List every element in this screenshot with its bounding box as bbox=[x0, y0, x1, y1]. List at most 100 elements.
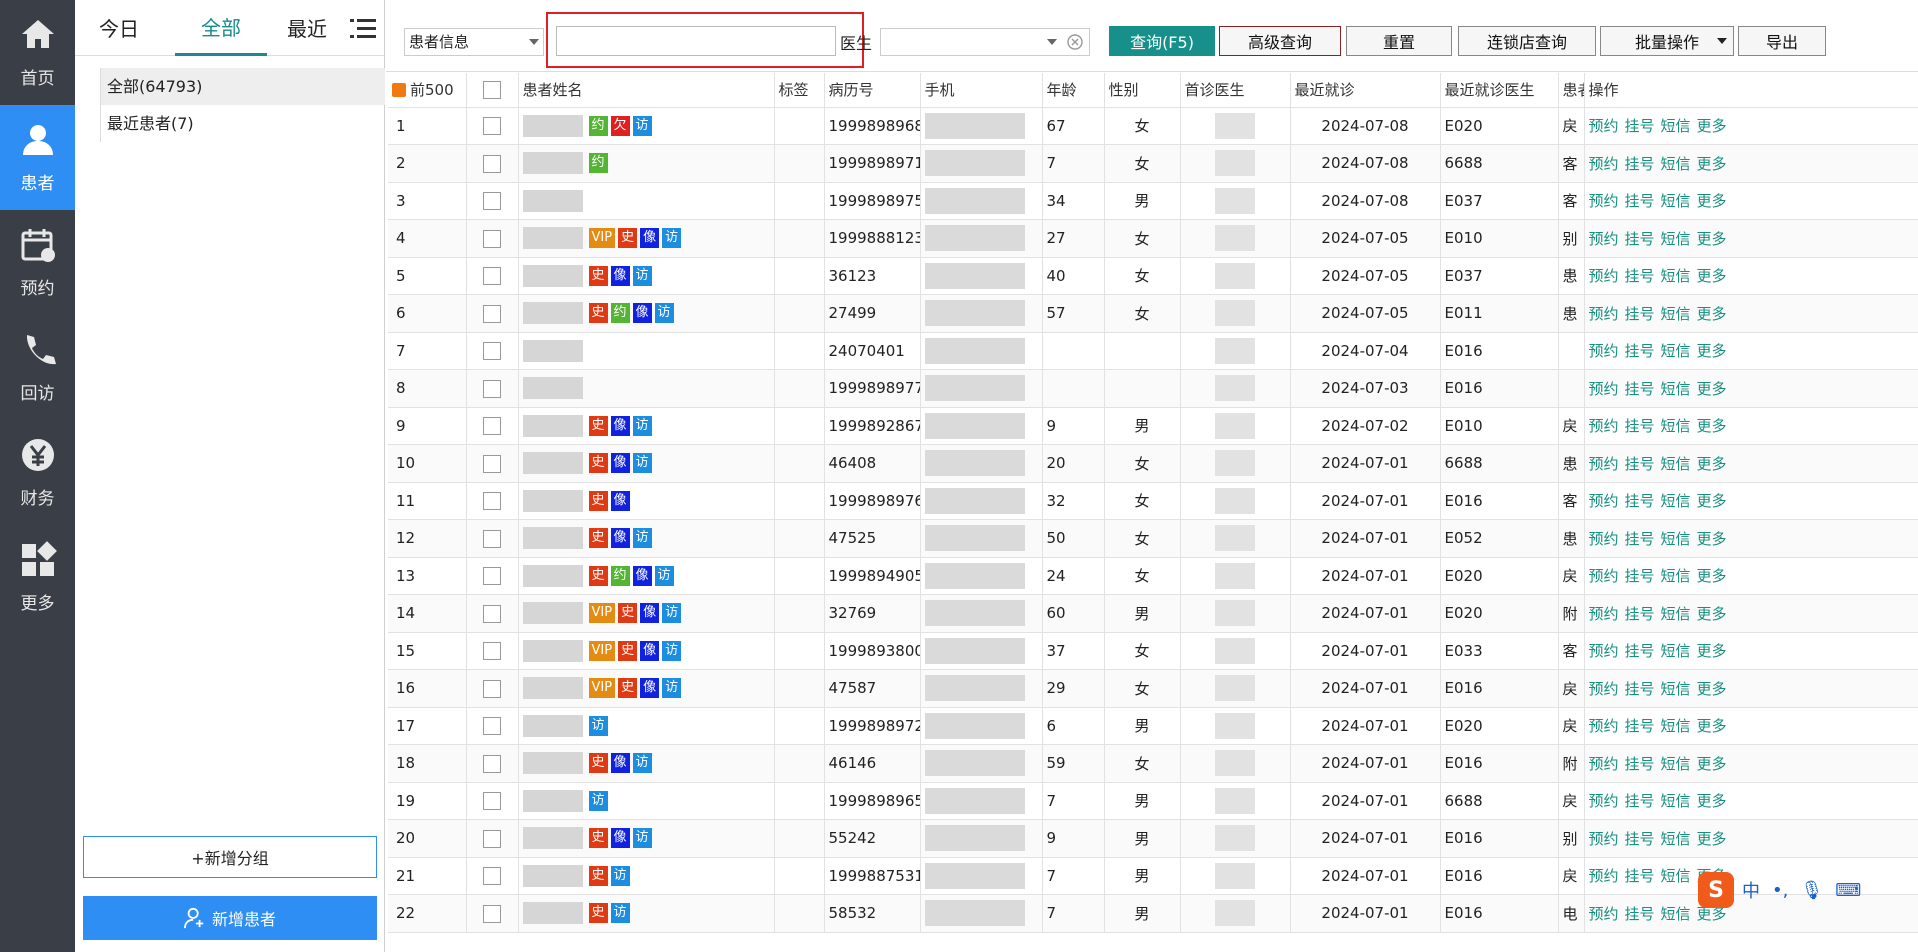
row-checkbox[interactable] bbox=[483, 529, 501, 548]
op-more-link[interactable]: 更多 bbox=[1697, 117, 1727, 135]
row-checkbox[interactable] bbox=[483, 642, 501, 660]
table-row[interactable]: 10 史像访 46408 20 女 2024-07-01 6688 患预约 挂号 短信 更多 bbox=[388, 444, 1918, 483]
table-row[interactable]: 20 史像访 55242 9 男 2024-07-01 E016 别预约 挂号 短信 更多 bbox=[388, 819, 1918, 858]
group-item[interactable]: 全部(64793) bbox=[101, 68, 385, 105]
op-register-link[interactable]: 挂号 bbox=[1625, 267, 1655, 285]
patient-name-cell[interactable]: VIP 史像访 bbox=[518, 632, 775, 670]
nav-item-2[interactable]: 预约 bbox=[0, 210, 75, 315]
op-sms-link[interactable]: 短信 bbox=[1661, 305, 1691, 323]
patient-name-cell[interactable]: 史访 bbox=[518, 894, 775, 933]
op-appointment-link[interactable]: 预约 bbox=[1589, 267, 1619, 285]
ime-punctuation-toggle[interactable]: •, bbox=[1772, 880, 1788, 901]
row-checkbox[interactable] bbox=[483, 604, 501, 623]
op-sms-link[interactable]: 短信 bbox=[1661, 492, 1691, 510]
op-sms-link[interactable]: 短信 bbox=[1661, 380, 1691, 398]
op-register-link[interactable]: 挂号 bbox=[1625, 342, 1655, 360]
add-group-button[interactable]: +新增分组 bbox=[83, 836, 377, 878]
patient-name-cell[interactable]: VIP 史像访 bbox=[518, 219, 775, 258]
op-sms-link[interactable]: 短信 bbox=[1661, 755, 1691, 773]
row-checkbox[interactable] bbox=[483, 904, 501, 923]
microphone-icon[interactable]: 🎙 bbox=[1800, 880, 1823, 901]
patient-name-cell[interactable]: 史像访 bbox=[518, 257, 775, 295]
table-row[interactable]: 4 VIP 史像访 1999888123 27 女 2024-07-05 E010 别预约 挂号短… bbox=[388, 219, 1918, 258]
row-checkbox[interactable] bbox=[483, 342, 501, 360]
tab-recent[interactable]: 最近 bbox=[271, 0, 343, 56]
op-more-link[interactable]: 更多 bbox=[1697, 267, 1727, 285]
clear-icon[interactable] bbox=[1067, 34, 1083, 50]
op-more-link[interactable]: 更多 bbox=[1697, 717, 1727, 735]
row-checkbox[interactable] bbox=[483, 154, 501, 173]
tab-today[interactable]: 今日 bbox=[83, 0, 155, 56]
op-register-link[interactable]: 挂号 bbox=[1625, 380, 1655, 398]
tab-all[interactable]: 全部 bbox=[175, 0, 267, 56]
patient-name-cell[interactable]: 史像 bbox=[518, 482, 775, 520]
row-checkbox[interactable] bbox=[483, 792, 501, 810]
group-item[interactable]: 最近患者(7) bbox=[101, 105, 385, 142]
column-header[interactable]: 标签 bbox=[774, 73, 825, 108]
row-checkbox[interactable] bbox=[483, 192, 501, 210]
op-appointment-link[interactable]: 预约 bbox=[1589, 642, 1619, 660]
column-header[interactable]: 前500 bbox=[388, 73, 467, 108]
op-appointment-link[interactable]: 预约 bbox=[1589, 305, 1619, 323]
op-sms-link[interactable]: 短信 bbox=[1661, 230, 1691, 248]
patient-name-cell[interactable]: VIP 史像访 bbox=[518, 669, 775, 708]
op-register-link[interactable]: 挂号 bbox=[1625, 455, 1655, 473]
row-checkbox[interactable] bbox=[483, 304, 501, 323]
op-more-link[interactable]: 更多 bbox=[1697, 605, 1727, 623]
op-more-link[interactable]: 更多 bbox=[1697, 567, 1727, 585]
column-header[interactable]: 首诊医生 bbox=[1180, 73, 1291, 108]
op-sms-link[interactable]: 短信 bbox=[1661, 792, 1691, 810]
column-header[interactable]: 性别 bbox=[1104, 73, 1181, 108]
op-appointment-link[interactable]: 预约 bbox=[1589, 717, 1619, 735]
nav-item-0[interactable]: 首页 bbox=[0, 0, 75, 105]
op-appointment-link[interactable]: 预约 bbox=[1589, 905, 1619, 923]
op-register-link[interactable]: 挂号 bbox=[1625, 642, 1655, 660]
nav-item-1[interactable]: 患者 bbox=[0, 105, 75, 210]
op-appointment-link[interactable]: 预约 bbox=[1589, 680, 1619, 698]
add-patient-button[interactable]: 新增患者 bbox=[83, 896, 377, 940]
export-button[interactable]: 导出 bbox=[1738, 26, 1826, 56]
column-header[interactable]: 操作 bbox=[1584, 73, 1918, 108]
column-header[interactable]: 患者 bbox=[1558, 73, 1585, 108]
op-register-link[interactable]: 挂号 bbox=[1625, 117, 1655, 135]
op-appointment-link[interactable]: 预约 bbox=[1589, 530, 1619, 548]
op-register-link[interactable]: 挂号 bbox=[1625, 417, 1655, 435]
op-register-link[interactable]: 挂号 bbox=[1625, 492, 1655, 510]
table-row[interactable]: 22 史访 58532 7 男 2024-07-01 E016 电预约 挂号 短信 更多 bbox=[388, 894, 1918, 933]
row-checkbox[interactable] bbox=[483, 454, 501, 473]
op-appointment-link[interactable]: 预约 bbox=[1589, 380, 1619, 398]
op-register-link[interactable]: 挂号 bbox=[1625, 792, 1655, 810]
column-header[interactable]: 最近就诊 bbox=[1290, 73, 1441, 108]
patient-name-cell[interactable]: 史像访 bbox=[518, 444, 775, 483]
row-checkbox[interactable] bbox=[483, 567, 501, 585]
patient-name-cell[interactable]: 史访 bbox=[518, 857, 775, 895]
patient-name-cell[interactable]: 史像访 bbox=[518, 744, 775, 783]
table-row[interactable]: 9 史像访 1999892867 9 男 2024-07-02 E010 戻预约 挂号 短信 更多 bbox=[388, 407, 1918, 445]
table-row[interactable]: 17 访 1999898972 6 男 2024-07-01 E020 戻预约 挂号 短信 更多 bbox=[388, 707, 1918, 745]
op-register-link[interactable]: 挂号 bbox=[1625, 230, 1655, 248]
op-sms-link[interactable]: 短信 bbox=[1661, 867, 1691, 885]
patient-name-cell[interactable]: 访 bbox=[518, 782, 775, 820]
keyboard-icon[interactable]: ⌨ bbox=[1835, 880, 1861, 901]
row-checkbox[interactable] bbox=[483, 679, 501, 698]
column-header[interactable]: 病历号 bbox=[824, 73, 921, 108]
patient-name-cell[interactable]: VIP 史像访 bbox=[518, 594, 775, 633]
nav-item-3[interactable]: 回访 bbox=[0, 315, 75, 420]
search-input[interactable] bbox=[556, 26, 836, 56]
op-appointment-link[interactable]: 预约 bbox=[1589, 792, 1619, 810]
advanced-query-button[interactable]: 高级查询 bbox=[1219, 26, 1341, 56]
op-register-link[interactable]: 挂号 bbox=[1625, 567, 1655, 585]
op-register-link[interactable]: 挂号 bbox=[1625, 605, 1655, 623]
op-register-link[interactable]: 挂号 bbox=[1625, 867, 1655, 885]
op-register-link[interactable]: 挂号 bbox=[1625, 830, 1655, 848]
op-more-link[interactable]: 更多 bbox=[1697, 642, 1727, 660]
table-row[interactable]: 6 史约像访 27499 57 女 2024-07-05 E011 患预约 挂号 短信 更多 bbox=[388, 294, 1918, 333]
doctor-select[interactable] bbox=[880, 28, 1090, 56]
op-register-link[interactable]: 挂号 bbox=[1625, 755, 1655, 773]
op-more-link[interactable]: 更多 bbox=[1697, 342, 1727, 360]
op-appointment-link[interactable]: 预约 bbox=[1589, 755, 1619, 773]
op-sms-link[interactable]: 短信 bbox=[1661, 642, 1691, 660]
op-more-link[interactable]: 更多 bbox=[1697, 192, 1727, 210]
table-row[interactable]: 8 1999898977 2024-07-03 E016 预约 挂号 短信 更多 bbox=[388, 369, 1918, 408]
op-sms-link[interactable]: 短信 bbox=[1661, 717, 1691, 735]
